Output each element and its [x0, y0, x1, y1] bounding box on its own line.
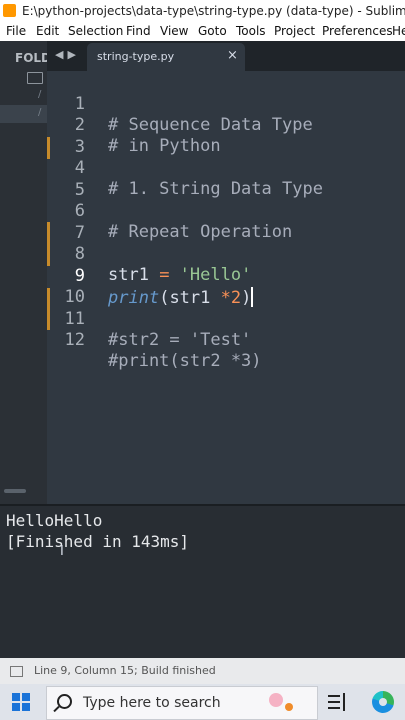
folder-icon[interactable] [27, 72, 43, 84]
status-text: Line 9, Column 15; Build finished [34, 664, 216, 677]
search-icon [57, 694, 72, 709]
folders-label: FOLD [15, 51, 52, 65]
output-line: [Finished in 143ms] [6, 532, 190, 551]
menu-goto[interactable]: Goto [198, 22, 227, 41]
taskbar-search-box[interactable]: Type here to search [46, 686, 318, 720]
code-line[interactable]: 8 str1 = 'Hello' [47, 223, 405, 285]
line-number: 12 [64, 330, 85, 350]
menu-find[interactable]: Find [126, 22, 151, 41]
menu-help[interactable]: He [392, 22, 405, 41]
tab-close-icon[interactable]: × [227, 48, 238, 63]
mouse-ibeam-icon: I [60, 544, 64, 559]
search-highlight-icon [269, 693, 283, 707]
menu-project[interactable]: Project [274, 22, 315, 41]
sublime-app-icon [3, 4, 16, 17]
code-line[interactable]: 5 [47, 159, 405, 200]
window-title: E:\python-projects\data-type\string-type… [22, 4, 405, 18]
window-titlebar: E:\python-projects\data-type\string-type… [0, 0, 405, 22]
code-line[interactable]: 4 # 1. String Data Type [47, 137, 405, 199]
code-line[interactable]: 10 [47, 266, 405, 307]
code-line-current[interactable]: 9 print(str1 *2) [47, 245, 405, 308]
sidebar-scrollbar[interactable] [4, 489, 26, 493]
menu-bar: File Edit Selection Find View Goto Tools… [0, 22, 405, 41]
tab-bar: ◀▶ string-type.py × [47, 41, 405, 71]
code-line[interactable]: 6 # Repeat Operation [47, 180, 405, 242]
menu-edit[interactable]: Edit [36, 22, 59, 41]
menu-view[interactable]: View [160, 22, 188, 41]
code-line[interactable]: 11 #str2 = 'Test' [47, 288, 405, 350]
panel-toggle-icon[interactable] [10, 666, 23, 677]
code-editor[interactable]: 1 # Sequence Data Type 2 # in Python 3 4… [47, 71, 405, 504]
task-view-icon[interactable] [328, 693, 346, 711]
code-line[interactable]: 1 # Sequence Data Type [47, 73, 405, 135]
tree-branch-icon: / [38, 107, 42, 118]
code-line[interactable]: 2 # in Python [47, 94, 405, 156]
code-text: #str2 = 'Test' [108, 330, 252, 350]
tab-label: string-type.py [97, 50, 175, 63]
build-output-panel[interactable]: HelloHello [Finished in 143ms] I [0, 504, 405, 658]
menu-tools[interactable]: Tools [236, 22, 266, 41]
code-line[interactable]: 3 [47, 116, 405, 157]
status-bar: Line 9, Column 15; Build finished [0, 658, 405, 684]
tab-string-type[interactable]: string-type.py × [87, 43, 245, 71]
code-text: #print(str2 *3) [108, 351, 262, 371]
edge-browser-icon[interactable] [372, 691, 394, 713]
code-line[interactable]: 12 #print(str2 *3) [47, 309, 405, 371]
output-line: HelloHello [6, 511, 103, 530]
windows-start-icon[interactable] [12, 693, 30, 711]
search-placeholder: Type here to search [83, 695, 221, 711]
code-line[interactable]: 7 [47, 202, 405, 243]
tree-branch-icon: / [38, 89, 42, 100]
search-highlight-icon [285, 703, 293, 711]
tab-scroll-arrows-icon[interactable]: ◀▶ [55, 48, 80, 61]
menu-selection[interactable]: Selection [68, 22, 123, 41]
sidebar[interactable]: / / [0, 41, 47, 504]
windows-taskbar: Type here to search [0, 684, 405, 720]
menu-file[interactable]: File [6, 22, 26, 41]
menu-preferences[interactable]: Preferences [322, 22, 393, 41]
